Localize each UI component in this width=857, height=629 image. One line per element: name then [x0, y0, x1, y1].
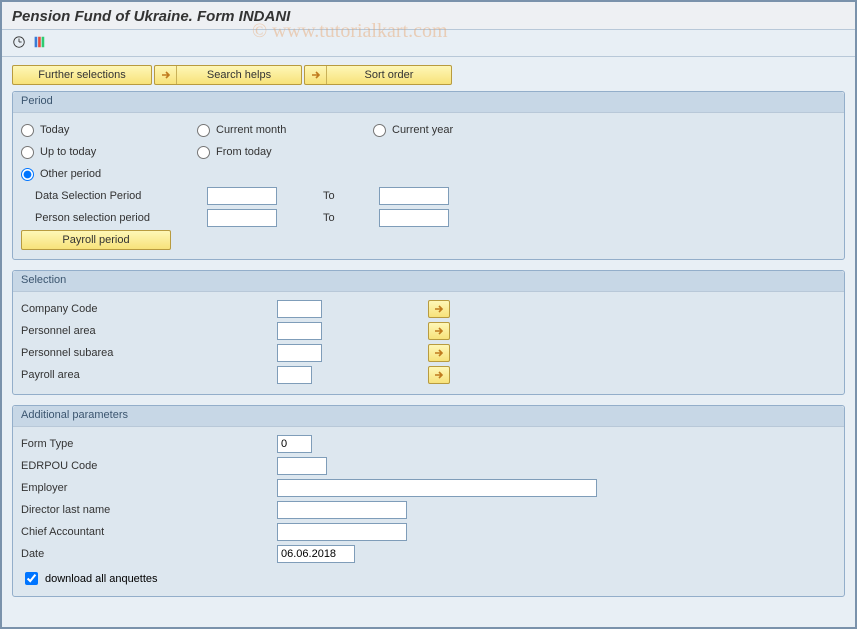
app-window: Pension Fund of Ukraine. Form INDANI © w…	[0, 0, 857, 629]
label-current-month: Current month	[216, 124, 286, 136]
icon-toolbar	[2, 30, 855, 57]
payroll-period-label: Payroll period	[22, 234, 170, 246]
selection-legend: Selection	[13, 271, 844, 292]
person-from-input[interactable]	[207, 209, 277, 227]
download-checkbox[interactable]	[25, 572, 38, 585]
company-code-input[interactable]	[277, 300, 322, 318]
edrpou-input[interactable]	[277, 457, 327, 475]
arrow-right-icon	[155, 66, 177, 84]
company-code-label: Company Code	[21, 303, 271, 315]
person-to-input[interactable]	[379, 209, 449, 227]
variant-icon[interactable]	[30, 33, 48, 51]
director-label: Director last name	[21, 504, 271, 516]
personnel-area-label: Personnel area	[21, 325, 271, 337]
additional-group: Additional parameters Form Type EDRPOU C…	[12, 405, 845, 597]
additional-legend: Additional parameters	[13, 406, 844, 427]
label-other-period: Other period	[40, 168, 101, 180]
radio-today[interactable]: Today	[21, 124, 191, 137]
content-area: Further selections Search helps Sort ord…	[2, 57, 855, 615]
period-group: Period Today Current month Current year …	[12, 91, 845, 260]
edrpou-label: EDRPOU Code	[21, 460, 271, 472]
to-label-1: To	[323, 190, 373, 202]
payroll-area-more-button[interactable]	[428, 366, 450, 384]
further-selections-label: Further selections	[13, 69, 151, 81]
personnel-subarea-label: Personnel subarea	[21, 347, 271, 359]
execute-icon[interactable]	[10, 33, 28, 51]
person-selection-label: Person selection period	[21, 212, 201, 224]
radio-current-year[interactable]: Current year	[373, 124, 543, 137]
chief-input[interactable]	[277, 523, 407, 541]
to-label-2: To	[323, 212, 373, 224]
radio-current-month[interactable]: Current month	[197, 124, 367, 137]
period-legend: Period	[13, 92, 844, 113]
company-code-more-button[interactable]	[428, 300, 450, 318]
selection-group: Selection Company Code Personnel area Pe…	[12, 270, 845, 395]
date-input[interactable]	[277, 545, 355, 563]
radio-from-today[interactable]: From today	[197, 146, 367, 159]
label-up-to-today: Up to today	[40, 146, 96, 158]
sort-order-button[interactable]: Sort order	[304, 65, 452, 85]
label-today: Today	[40, 124, 69, 136]
payroll-period-button[interactable]: Payroll period	[21, 230, 171, 250]
arrow-right-icon	[305, 66, 327, 84]
page-title: Pension Fund of Ukraine. Form INDANI	[2, 2, 855, 30]
personnel-area-input[interactable]	[277, 322, 322, 340]
download-label: download all anquettes	[45, 573, 158, 585]
form-type-label: Form Type	[21, 438, 271, 450]
label-from-today: From today	[216, 146, 272, 158]
button-row: Further selections Search helps Sort ord…	[12, 65, 845, 85]
chief-label: Chief Accountant	[21, 526, 271, 538]
payroll-area-label: Payroll area	[21, 369, 271, 381]
data-selection-label: Data Selection Period	[21, 190, 201, 202]
employer-label: Employer	[21, 482, 271, 494]
search-helps-button[interactable]: Search helps	[154, 65, 302, 85]
radio-up-to-today[interactable]: Up to today	[21, 146, 191, 159]
director-input[interactable]	[277, 501, 407, 519]
personnel-subarea-more-button[interactable]	[428, 344, 450, 362]
data-from-input[interactable]	[207, 187, 277, 205]
personnel-subarea-input[interactable]	[277, 344, 322, 362]
further-selections-button[interactable]: Further selections	[12, 65, 152, 85]
form-type-input[interactable]	[277, 435, 312, 453]
date-label: Date	[21, 548, 271, 560]
personnel-area-more-button[interactable]	[428, 322, 450, 340]
radio-other-period[interactable]: Other period	[21, 168, 191, 181]
search-helps-label: Search helps	[177, 69, 301, 81]
data-to-input[interactable]	[379, 187, 449, 205]
payroll-area-input[interactable]	[277, 366, 312, 384]
employer-input[interactable]	[277, 479, 597, 497]
label-current-year: Current year	[392, 124, 453, 136]
sort-order-label: Sort order	[327, 69, 451, 81]
